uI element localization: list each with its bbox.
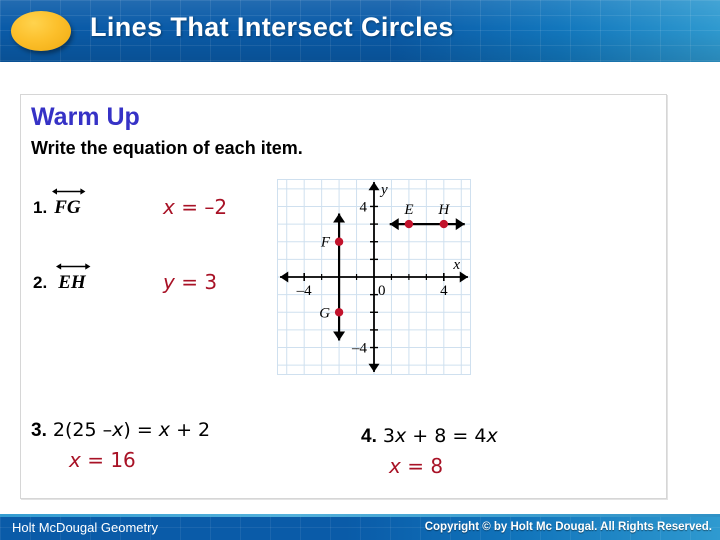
line-notation-eh: EH	[56, 263, 91, 293]
slide-footer: Holt McDougal Geometry Copyright © by Ho…	[0, 514, 720, 540]
svg-text:4: 4	[360, 199, 368, 215]
problem-4-var: x	[395, 425, 407, 447]
answer-item-2-rest: = 3	[174, 270, 218, 294]
coordinate-graph-svg: –4 0 4–44xyFGE H	[278, 180, 470, 374]
slide-header: Lines That Intersect Circles	[0, 0, 720, 62]
footer-book-title: Holt McDougal Geometry	[12, 520, 158, 535]
line-notation-fg: FG	[52, 188, 86, 218]
footer-accent-line	[0, 514, 720, 517]
svg-text:H: H	[437, 202, 450, 218]
problem-4-var2: x	[486, 425, 498, 447]
footer-copyright: Copyright © by Holt Mc Dougal. All Right…	[424, 521, 712, 533]
answer-item-4-var: x	[389, 454, 401, 478]
coordinate-graph: –4 0 4 –4 4 x y F G E H	[277, 179, 471, 375]
svg-text:–4: –4	[296, 283, 313, 299]
svg-text:y: y	[379, 182, 388, 198]
warm-up-heading: Warm Up	[31, 103, 140, 131]
svg-text:E: E	[403, 202, 413, 218]
svg-text:0: 0	[378, 283, 386, 299]
answer-item-3-rest: = 16	[80, 448, 136, 472]
double-arrow-icon	[56, 263, 91, 270]
svg-text:G: G	[319, 305, 330, 321]
item-number: 4.	[361, 426, 377, 447]
line-label: FG	[54, 197, 81, 218]
item-number: 3.	[31, 420, 47, 441]
problem-3-var: x	[112, 419, 124, 441]
list-item: 4. 3x + 8 = 4x x = 8	[361, 425, 498, 478]
page-title: Lines That Intersect Circles	[90, 12, 454, 42]
svg-text:x: x	[452, 257, 460, 273]
problem-3-prefix: 2(25 –	[52, 419, 113, 441]
list-item: 2. EH	[33, 263, 91, 293]
item-number: 1.	[33, 198, 48, 217]
instruction-text: Write the equation of each item.	[31, 138, 303, 158]
answer-item-1-rest: = –2	[174, 195, 228, 219]
problem-3-var2: x	[158, 419, 171, 441]
line-label: EH	[58, 272, 86, 293]
problem-4-expression: 4. 3x + 8 = 4x	[361, 425, 498, 448]
answer-item-4-rest: = 8	[400, 454, 444, 478]
problem-4-suffix: + 8 = 4	[406, 425, 487, 447]
double-arrow-icon	[52, 188, 86, 195]
problem-3-tail: + 2	[170, 419, 211, 441]
answer-item-4: x = 8	[361, 454, 498, 478]
answer-item-2: y = 3	[163, 270, 218, 294]
header-ellipse-decoration	[11, 11, 71, 51]
svg-text:F: F	[320, 235, 331, 251]
content-panel: Warm Up Write the equation of each item.…	[20, 94, 667, 499]
problem-3-expression: 3. 2(25 –x) = x + 2	[31, 419, 210, 442]
problem-4-prefix: 3	[382, 425, 395, 447]
list-item: 3. 2(25 –x) = x + 2 x = 16	[31, 419, 210, 472]
svg-text:4: 4	[440, 283, 448, 299]
answer-item-1: x = –2	[163, 195, 228, 219]
answer-item-3: x = 16	[31, 448, 210, 472]
item-number: 2.	[33, 273, 48, 292]
svg-text:–4: –4	[351, 341, 368, 357]
problem-3-suffix: ) =	[123, 419, 159, 441]
list-item: 1. FG	[33, 188, 86, 218]
answer-item-3-var: x	[69, 448, 81, 472]
